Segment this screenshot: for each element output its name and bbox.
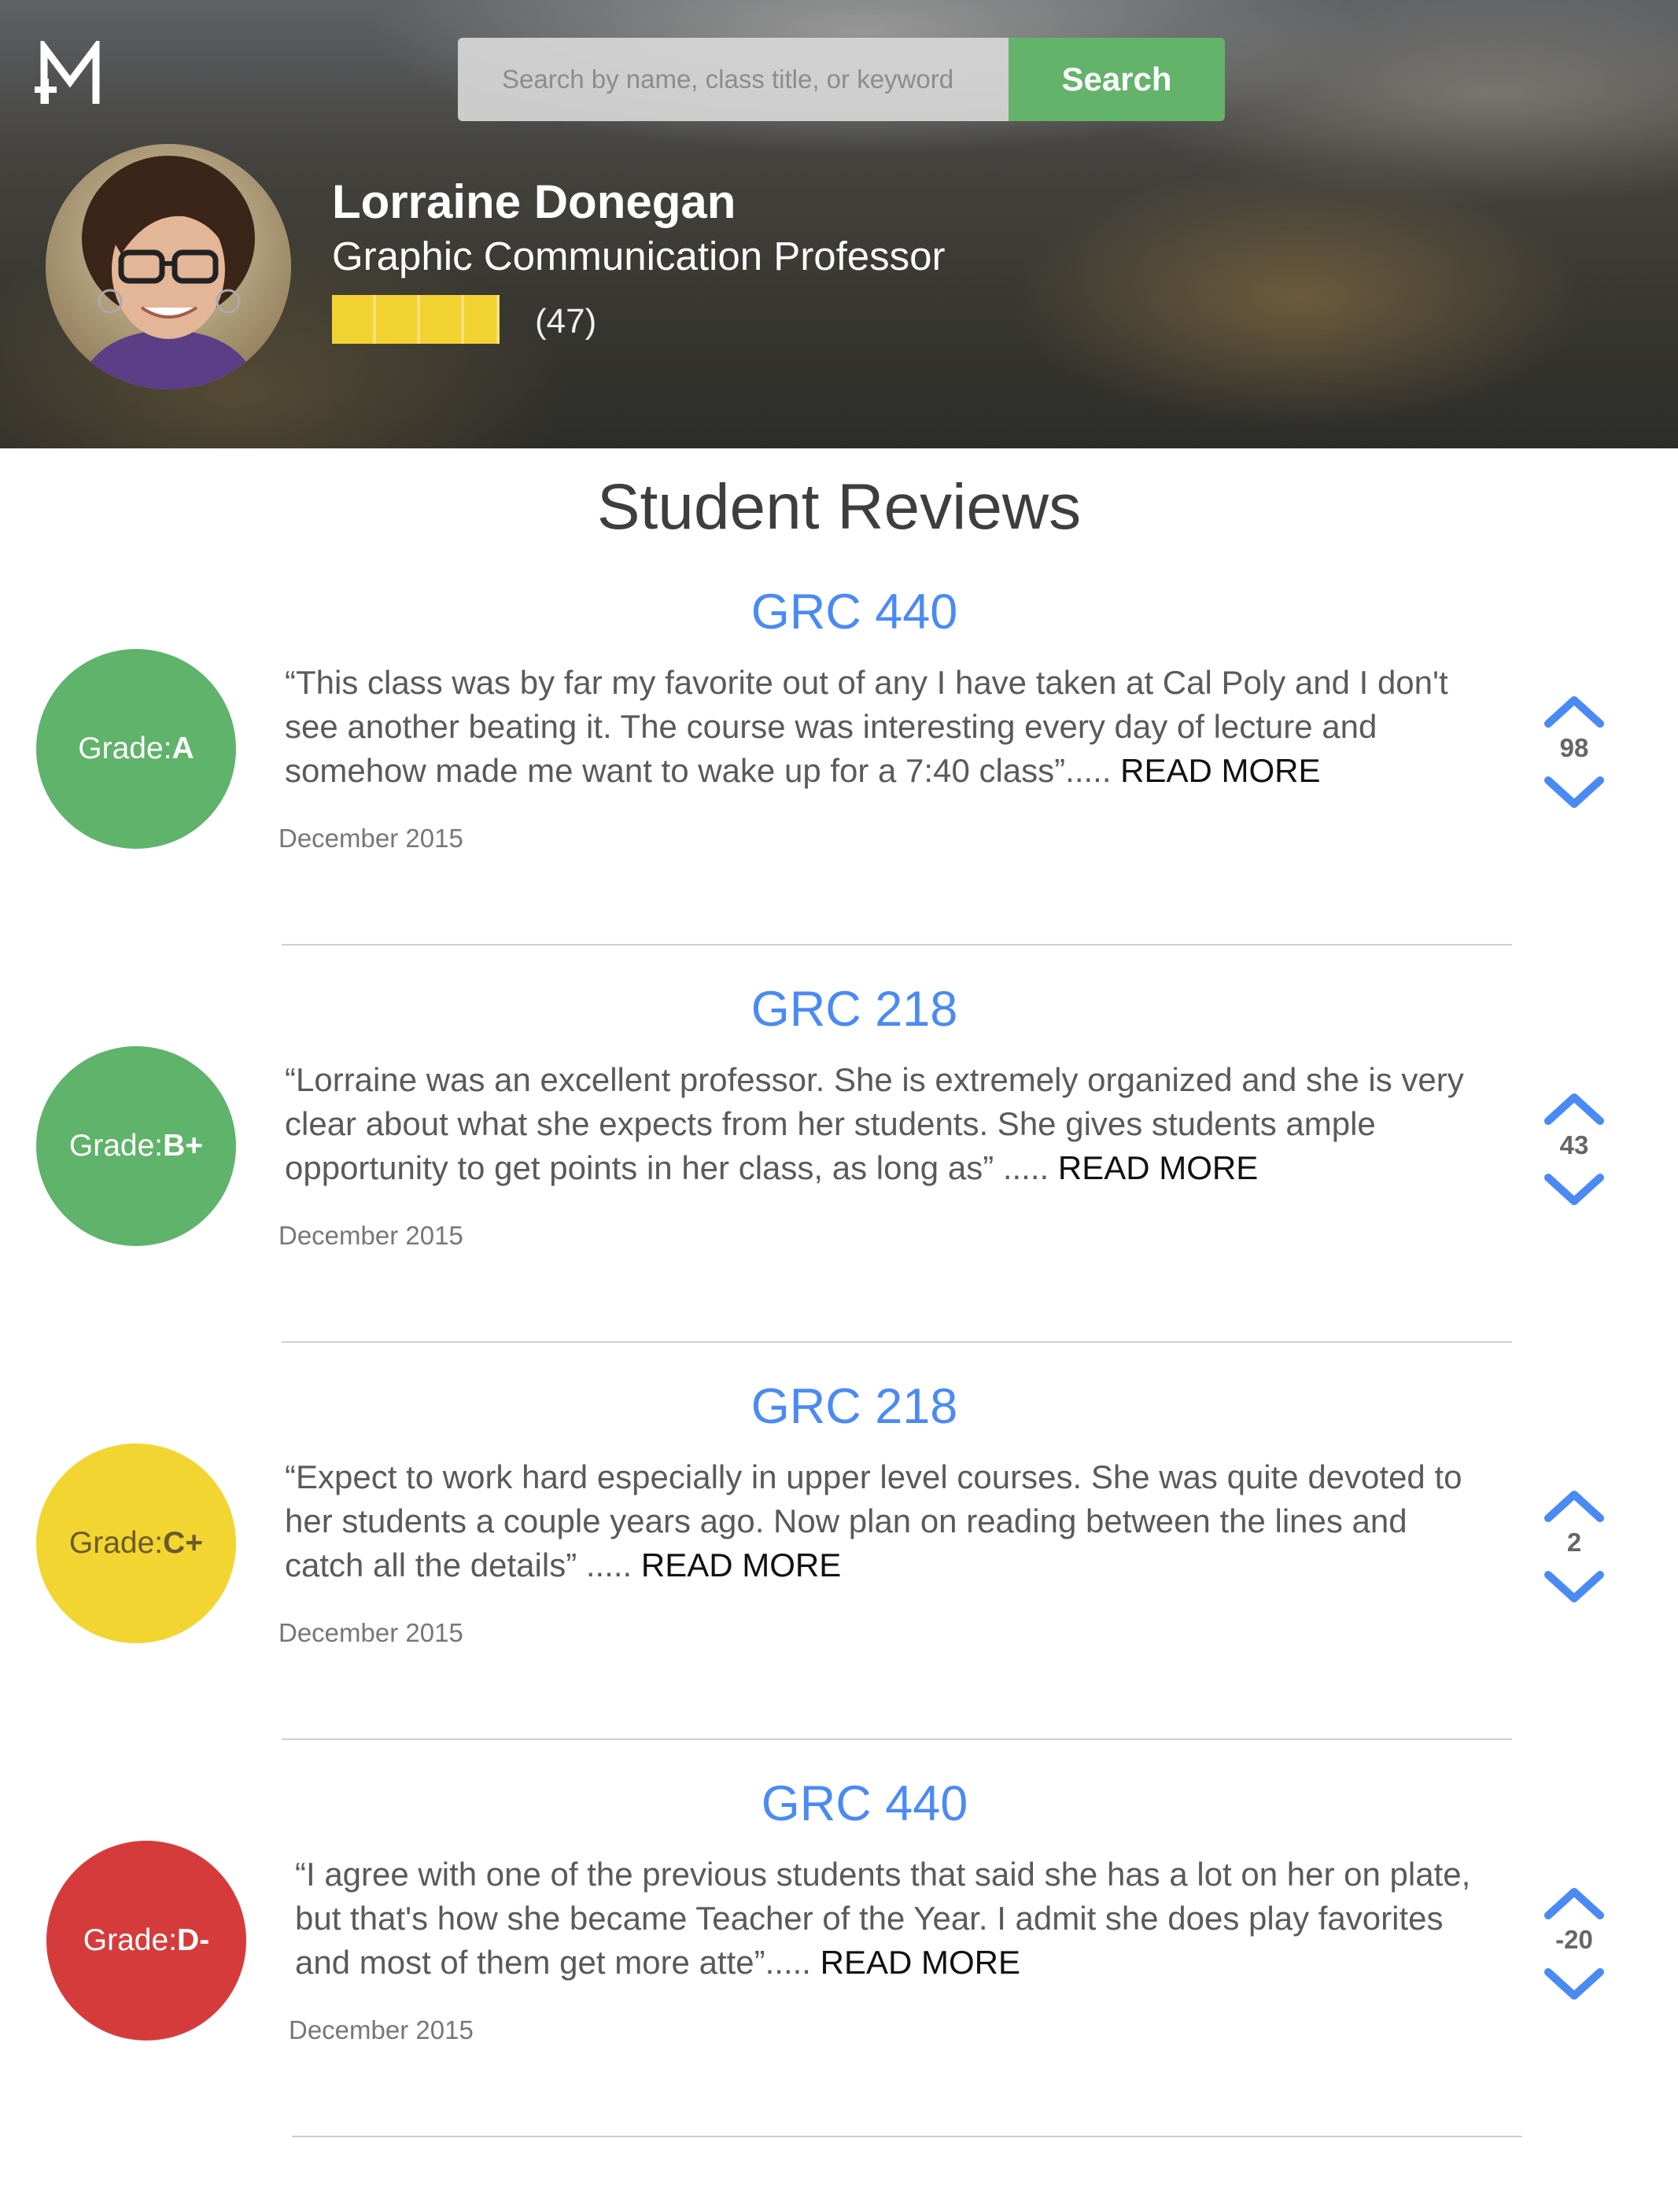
chevron-down-icon[interactable] [1543, 1967, 1605, 2002]
grade-badge: Grade: A [36, 649, 236, 849]
search-bar: Search [458, 38, 1225, 121]
read-more-link[interactable]: READ MORE [641, 1547, 841, 1583]
grade-badge: Grade: C+ [36, 1443, 236, 1643]
profile-header: Search Lorraine Donegan Graphic Communic… [0, 0, 1678, 448]
review-divider [282, 1341, 1512, 1343]
review-divider [282, 1738, 1512, 1740]
review-card: GRC 218 Grade: B+ “Lorraine was an excel… [0, 981, 1678, 1378]
vote-widget: 2 [1543, 1488, 1605, 1606]
review-text: “Expect to work hard especially in upper… [285, 1455, 1481, 1587]
read-more-link[interactable]: READ MORE [821, 1944, 1020, 1981]
grade-badge: Grade: D- [46, 1841, 246, 2041]
search-button[interactable]: Search [1009, 38, 1225, 121]
vote-count: 43 [1559, 1130, 1589, 1159]
chevron-up-icon[interactable] [1543, 694, 1605, 728]
review-divider [292, 2136, 1522, 2137]
vote-widget: 43 [1543, 1091, 1605, 1209]
grade-badge: Grade: B+ [36, 1046, 236, 1246]
vote-count: 2 [1566, 1528, 1582, 1557]
grade-label: Grade: [78, 732, 172, 765]
grade-value: C+ [163, 1526, 204, 1560]
rating-star [376, 295, 420, 344]
review-date: December 2015 [278, 1221, 463, 1250]
professor-name: Lorraine Donegan [332, 175, 736, 228]
chevron-down-icon[interactable] [1543, 776, 1605, 810]
chevron-up-icon[interactable] [1543, 1488, 1605, 1523]
grade-label: Grade: [68, 1129, 164, 1163]
read-more-link[interactable]: READ MORE [1058, 1149, 1258, 1186]
search-input[interactable] [458, 38, 1009, 121]
chevron-up-icon[interactable] [1543, 1886, 1605, 1920]
professor-title: Graphic Communication Professor [332, 234, 946, 278]
review-date: December 2015 [278, 1618, 463, 1647]
m-plus-logo-icon[interactable] [35, 41, 105, 112]
review-date: December 2015 [289, 2015, 474, 2044]
review-course-link[interactable]: GRC 218 [618, 1378, 1090, 1435]
rating-star-partial [464, 295, 500, 344]
review-date: December 2015 [278, 824, 463, 853]
review-course-link[interactable]: GRC 440 [629, 1775, 1101, 1832]
rating-stars [332, 295, 513, 344]
review-course-link[interactable]: GRC 218 [618, 981, 1090, 1038]
grade-label: Grade: [83, 1923, 178, 1957]
chevron-down-icon[interactable] [1543, 1173, 1605, 1207]
chevron-up-icon[interactable] [1543, 1091, 1605, 1126]
vote-widget: -20 [1543, 1886, 1605, 2004]
review-text: “This class was by far my favorite out o… [285, 661, 1481, 793]
rating-count: (47) [535, 302, 597, 341]
review-text: “I agree with one of the previous studen… [295, 1853, 1491, 1985]
review-quote: “Lorraine was an excellent professor. Sh… [285, 1061, 1464, 1186]
grade-value: A [171, 732, 194, 765]
grade-value: B+ [163, 1129, 204, 1163]
review-card: GRC 440 Grade: A “This class was by far … [0, 584, 1678, 981]
grade-value: D- [177, 1923, 210, 1957]
professor-avatar [46, 144, 291, 389]
review-card: GRC 218 Grade: C+ “Expect to work hard e… [0, 1378, 1678, 1775]
review-course-link[interactable]: GRC 440 [618, 584, 1090, 640]
vote-count: -20 [1555, 1925, 1593, 1954]
review-divider [282, 944, 1512, 946]
rating-star [332, 295, 376, 344]
review-quote: “Expect to work hard especially in upper… [285, 1458, 1462, 1583]
vote-widget: 98 [1543, 694, 1605, 812]
chevron-down-icon[interactable] [1543, 1570, 1605, 1605]
read-more-link[interactable]: READ MORE [1120, 752, 1320, 789]
section-title: Student Reviews [596, 471, 1082, 543]
rating-star [420, 295, 464, 344]
vote-count: 98 [1559, 733, 1589, 762]
review-card: GRC 440 Grade: D- “I agree with one of t… [0, 1775, 1678, 2173]
review-text: “Lorraine was an excellent professor. Sh… [285, 1058, 1481, 1190]
grade-label: Grade: [68, 1526, 164, 1560]
